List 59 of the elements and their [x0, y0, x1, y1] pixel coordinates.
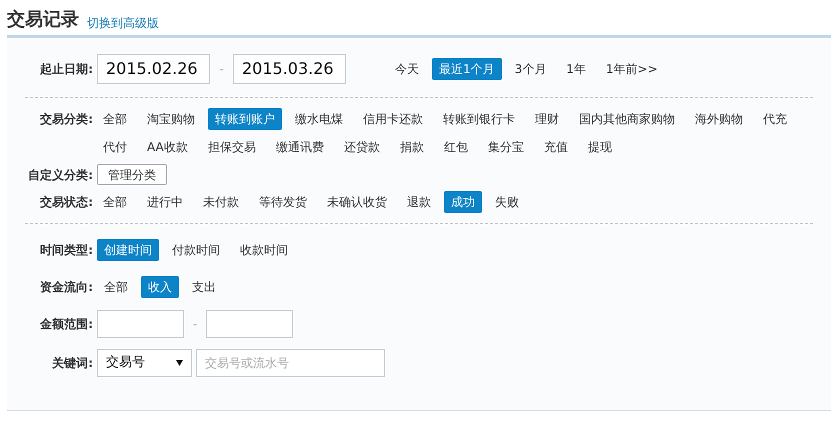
filter-option[interactable]: 全部 [96, 191, 134, 213]
filter-option[interactable]: 国内其他商家购物 [572, 108, 682, 130]
filter-option[interactable]: 集分宝 [480, 136, 531, 158]
filter-option[interactable]: 捐款 [392, 136, 431, 158]
filter-label: 资金流向: [39, 279, 93, 296]
filter-option[interactable]: 充值 [536, 136, 575, 158]
filter-option[interactable]: 3个月 [508, 58, 554, 80]
filter-option[interactable]: 全部 [96, 108, 134, 130]
filter-label: 交易分类: [39, 111, 93, 128]
filter-label: 时间类型: [39, 242, 93, 259]
end-date-field[interactable]: 2015.03.26 [233, 54, 346, 84]
filter-label: 关键词: [50, 355, 93, 372]
filter-option[interactable]: 转账到银行卡 [436, 108, 522, 130]
filter-label: 金额范围: [39, 316, 93, 333]
caret-icon [176, 360, 183, 366]
filter-option[interactable]: 代充 [756, 108, 794, 130]
filter-option[interactable]: 支出 [185, 276, 223, 298]
filter-option[interactable]: 提现 [580, 136, 619, 158]
start-date-field[interactable]: 2015.02.26 [97, 54, 210, 84]
filter-label: 自定义分类: [27, 166, 93, 184]
filter-option[interactable]: 还贷款 [336, 136, 387, 158]
filter-option[interactable]: 收款时间 [233, 239, 295, 261]
max-amount-field[interactable] [206, 310, 293, 338]
filter-option[interactable]: 付款时间 [165, 239, 227, 261]
filter-option[interactable]: 最近1个月 [432, 58, 502, 80]
filter-option[interactable]: 失败 [488, 191, 526, 213]
filter-option[interactable]: 等待发货 [252, 191, 314, 213]
filter-option[interactable]: 代付 [96, 136, 134, 158]
page-title: 交易记录 [7, 11, 79, 29]
filter-option[interactable]: 海外购物 [688, 108, 750, 130]
filter-option[interactable]: AA收款 [140, 136, 195, 158]
keyword-field[interactable]: 交易号或流水号 [196, 349, 385, 377]
filter-option[interactable]: 未确认收货 [320, 191, 394, 213]
filter-option[interactable]: 退款 [400, 191, 438, 213]
manage-categories-button[interactable]: 管理分类 [97, 164, 167, 185]
filter-option[interactable]: 担保交易 [200, 136, 263, 158]
filter-label: 起止日期: [39, 60, 93, 78]
filter-option[interactable]: 成功 [444, 191, 482, 213]
filter-option[interactable]: 创建时间 [97, 239, 159, 261]
filter-option[interactable]: 淘宝购物 [140, 108, 202, 130]
advanced-mode-link[interactable]: 切换到高级版 [87, 17, 159, 29]
filter-option[interactable]: 收入 [141, 276, 179, 298]
filter-option[interactable]: 红包 [436, 136, 475, 158]
filter-option[interactable]: 信用卡还款 [356, 108, 430, 130]
filter-option[interactable]: 转账到账户 [208, 108, 282, 130]
filter-option[interactable]: 未付款 [196, 191, 246, 213]
date-separator: - [218, 60, 225, 78]
filter-label: 交易状态: [39, 194, 93, 211]
filter-option[interactable]: 缴通讯费 [268, 136, 331, 158]
filter-option[interactable]: 缴水电煤 [288, 108, 350, 130]
filter-option[interactable]: 进行中 [140, 191, 190, 213]
filter-option[interactable]: 今天 [388, 58, 426, 80]
min-amount-field[interactable] [97, 310, 184, 338]
keyword-type-dropdown[interactable]: 交易号 [97, 349, 192, 377]
filter-option[interactable]: 1年前>> [598, 58, 665, 80]
filter-option[interactable]: 1年 [559, 58, 593, 80]
amount-separator: - [192, 316, 198, 333]
filter-option[interactable]: 理财 [528, 108, 566, 130]
filter-option[interactable]: 全部 [97, 276, 135, 298]
